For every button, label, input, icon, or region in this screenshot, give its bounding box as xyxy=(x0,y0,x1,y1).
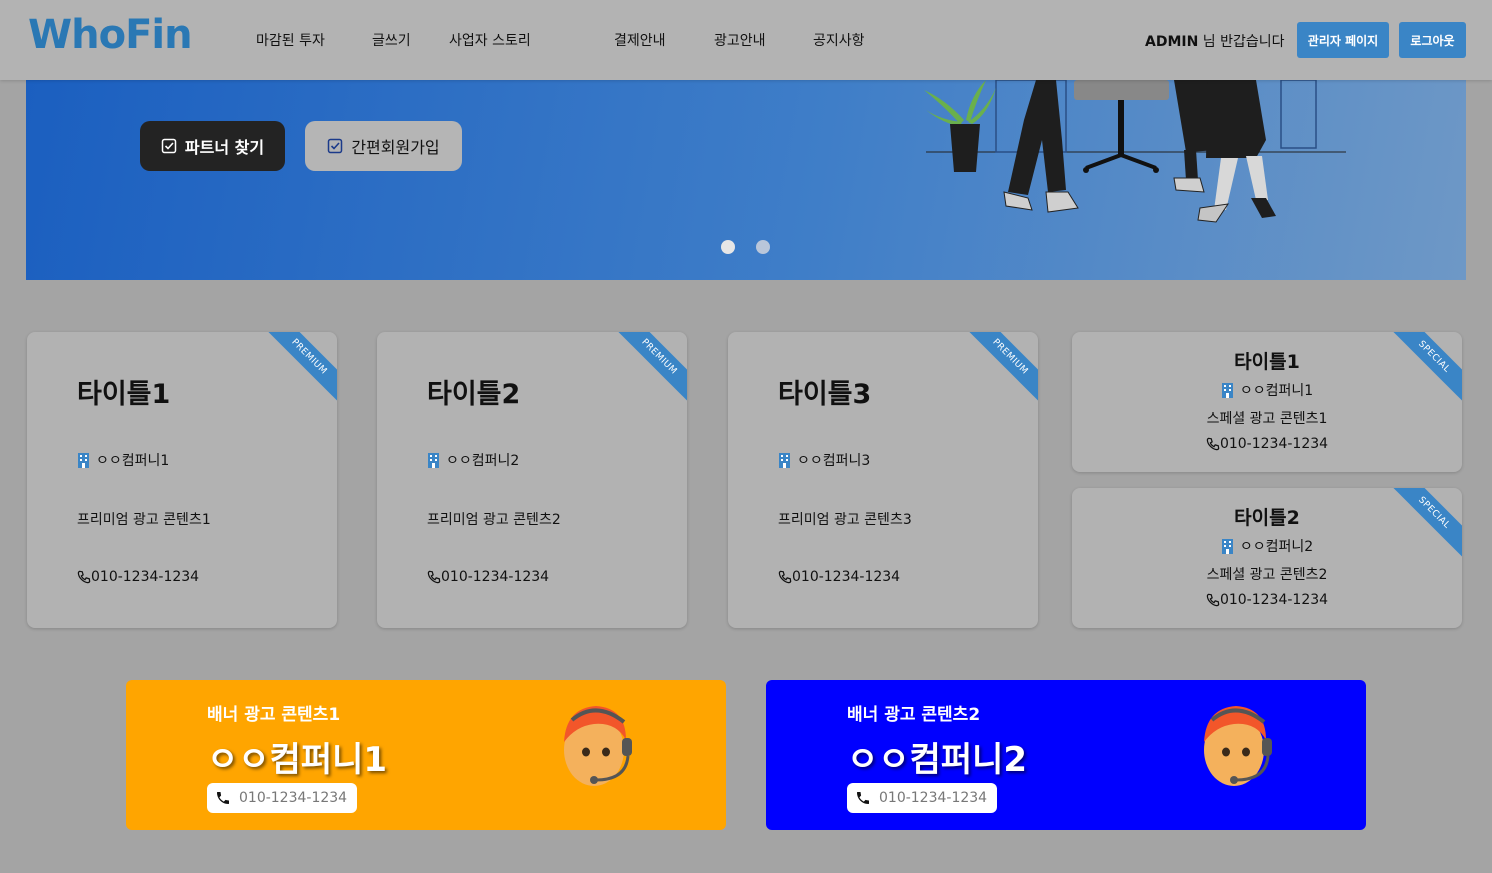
card-company: ㅇㅇ컴퍼니1 xyxy=(1239,383,1314,399)
card-phone-row: 010-1234-1234 xyxy=(77,569,199,585)
phone-icon xyxy=(778,570,792,584)
building-icon xyxy=(428,453,439,468)
card-phone: 010-1234-1234 xyxy=(1219,592,1329,608)
card-company-row: ㅇㅇ컴퍼니1 xyxy=(1072,380,1462,400)
banner-ad-2[interactable]: 배너 광고 콘텐츠2 ㅇㅇ컴퍼니2 010-1234-1234 xyxy=(766,680,1366,830)
carousel-dot-1[interactable] xyxy=(721,240,735,254)
phone-icon xyxy=(857,792,869,804)
support-agent-icon xyxy=(564,706,632,786)
support-agent-icon xyxy=(1204,706,1272,786)
banner-phone-pill[interactable]: 010-1234-1234 xyxy=(847,783,998,813)
hero-carousel: 파트너 찾기 간편회원가입 xyxy=(26,80,1466,280)
banner-phone-pill[interactable]: 010-1234-1234 xyxy=(207,783,358,813)
nav-write[interactable]: 글쓰기 xyxy=(372,30,411,50)
premium-ribbon: PREMIUM xyxy=(258,332,337,408)
card-company: ㅇㅇ컴퍼니1 xyxy=(96,453,170,469)
phone-icon xyxy=(1206,437,1220,451)
card-phone-row: 010-1234-1234 xyxy=(778,569,900,585)
quick-signup-button[interactable]: 간편회원가입 xyxy=(305,121,462,171)
nav-closed-investments[interactable]: 마감된 투자 xyxy=(256,30,325,50)
office-people-illustration xyxy=(924,80,1346,223)
building-icon xyxy=(1221,539,1233,554)
nav-payment-guide[interactable]: 결제안내 xyxy=(614,30,666,50)
phone-icon xyxy=(217,792,229,804)
carousel-dot-2[interactable] xyxy=(756,240,770,254)
greeting-text: 님 반갑습니다 xyxy=(1202,34,1285,50)
nav-business-story[interactable]: 사업자 스토리 xyxy=(449,30,531,50)
username: ADMIN xyxy=(1145,34,1199,50)
card-company-row: ㅇㅇ컴퍼니1 xyxy=(77,450,169,470)
phone-icon xyxy=(1206,593,1220,607)
premium-card-1[interactable]: PREMIUM 타이틀1 ㅇㅇ컴퍼니1 프리미엄 광고 콘텐츠1 010-123… xyxy=(27,332,337,628)
card-company: ㅇㅇ컴퍼니2 xyxy=(446,453,520,469)
banner-phone: 010-1234-1234 xyxy=(239,790,348,806)
banner-company: ㅇㅇ컴퍼니2 xyxy=(847,740,1028,780)
phone-icon xyxy=(77,570,91,584)
nav-notices[interactable]: 공지사항 xyxy=(813,30,865,50)
card-phone: 010-1234-1234 xyxy=(1219,436,1329,452)
special-card-1[interactable]: SPECIAL 타이틀1 ㅇㅇ컴퍼니1 스페셜 광고 콘텐츠1 010-1234… xyxy=(1072,332,1462,472)
card-title: 타이틀2 xyxy=(1234,507,1300,529)
logo[interactable]: WhoFin xyxy=(28,12,193,58)
quick-signup-label: 간편회원가입 xyxy=(351,138,440,157)
check-square-icon xyxy=(328,138,343,154)
premium-card-3[interactable]: PREMIUM 타이틀3 ㅇㅇ컴퍼니3 프리미엄 광고 콘텐츠3 010-123… xyxy=(728,332,1038,628)
phone-icon xyxy=(427,570,441,584)
card-phone: 010-1234-1234 xyxy=(441,569,550,585)
card-content: 프리미엄 광고 콘텐츠3 xyxy=(778,512,912,528)
banner-phone: 010-1234-1234 xyxy=(879,790,988,806)
find-partner-label: 파트너 찾기 xyxy=(184,138,265,157)
banner-subtitle: 배너 광고 콘텐츠2 xyxy=(847,705,981,725)
card-title: 타이틀2 xyxy=(427,379,521,410)
card-phone: 010-1234-1234 xyxy=(91,569,200,585)
building-icon xyxy=(1221,383,1233,398)
card-title: 타이틀3 xyxy=(778,379,872,410)
special-card-2[interactable]: SPECIAL 타이틀2 ㅇㅇ컴퍼니2 스페셜 광고 콘텐츠2 010-1234… xyxy=(1072,488,1462,628)
card-title: 타이틀1 xyxy=(1234,351,1300,373)
card-content: 스페셜 광고 콘텐츠1 xyxy=(1206,411,1328,427)
card-company-row: ㅇㅇ컴퍼니3 xyxy=(778,450,870,470)
card-content: 프리미엄 광고 콘텐츠2 xyxy=(427,512,561,528)
find-partner-button[interactable]: 파트너 찾기 xyxy=(140,121,285,171)
banner-subtitle: 배너 광고 콘텐츠1 xyxy=(207,705,341,725)
card-company: ㅇㅇ컴퍼니2 xyxy=(1239,539,1314,555)
premium-ribbon: PREMIUM xyxy=(608,332,687,408)
admin-page-button[interactable]: 관리자 페이지 xyxy=(1297,22,1389,58)
top-navbar: WhoFin 마감된 투자 글쓰기 사업자 스토리 결제안내 광고안내 공지사항… xyxy=(0,0,1492,80)
check-square-icon xyxy=(161,138,177,154)
card-company-row: ㅇㅇ컴퍼니2 xyxy=(1072,536,1462,556)
card-company: ㅇㅇ컴퍼니3 xyxy=(797,453,871,469)
building-icon xyxy=(78,453,89,468)
card-content: 스페셜 광고 콘텐츠2 xyxy=(1206,567,1328,583)
card-phone-row: 010-1234-1234 xyxy=(1072,592,1462,608)
card-phone-row: 010-1234-1234 xyxy=(1072,436,1462,452)
user-greeting: ADMIN 님 반갑습니다 xyxy=(1145,31,1285,51)
banner-ad-1[interactable]: 배너 광고 콘텐츠1 ㅇㅇ컴퍼니1 010-1234-1234 xyxy=(126,680,726,830)
premium-ribbon: PREMIUM xyxy=(959,332,1038,408)
card-company-row: ㅇㅇ컴퍼니2 xyxy=(427,450,519,470)
premium-card-2[interactable]: PREMIUM 타이틀2 ㅇㅇ컴퍼니2 프리미엄 광고 콘텐츠2 010-123… xyxy=(377,332,687,628)
logout-button[interactable]: 로그아웃 xyxy=(1399,22,1466,58)
card-phone: 010-1234-1234 xyxy=(792,569,901,585)
nav-ad-guide[interactable]: 광고안내 xyxy=(714,30,766,50)
card-phone-row: 010-1234-1234 xyxy=(427,569,549,585)
card-content: 프리미엄 광고 콘텐츠1 xyxy=(77,512,211,528)
building-icon xyxy=(779,453,790,468)
card-title: 타이틀1 xyxy=(77,379,171,410)
banner-company: ㅇㅇ컴퍼니1 xyxy=(207,740,388,780)
